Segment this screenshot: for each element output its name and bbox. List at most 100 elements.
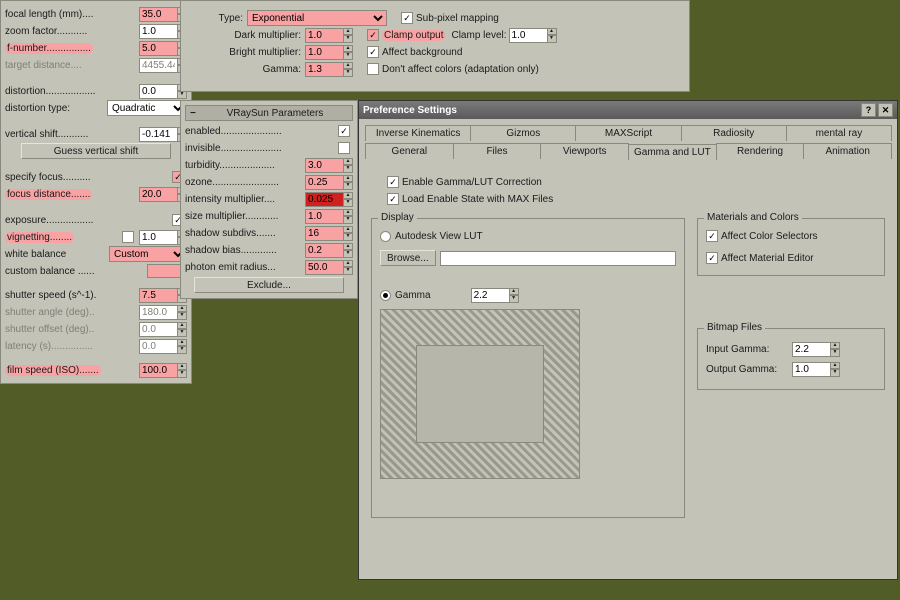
lbl-iso: film speed (ISO)....... <box>5 365 139 376</box>
lbl-enable-gamma: Enable Gamma/LUT Correction <box>402 177 542 188</box>
input-gamma-field[interactable]: ▲▼ <box>792 342 840 357</box>
vignetting-check[interactable] <box>122 231 134 243</box>
gamma-preview <box>380 309 580 479</box>
lbl-ozone: ozone........................ <box>185 177 305 188</box>
tab-gamma-lut[interactable]: Gamma and LUT <box>628 144 717 160</box>
minus-icon: − <box>190 108 196 119</box>
tab-maxscript[interactable]: MAXScript <box>575 125 681 141</box>
lbl-clamp: Clamp output <box>382 30 445 41</box>
clamp-level-field[interactable]: ▲▼ <box>509 28 557 43</box>
tab-gizmos[interactable]: Gizmos <box>470 125 576 141</box>
dont-affect-check[interactable] <box>367 63 379 75</box>
pref-titlebar[interactable]: Preference Settings ? ✕ <box>359 101 897 119</box>
sun-title: VRaySun Parameters <box>202 108 348 119</box>
lbl-spec-focus: specify focus.......... <box>5 172 172 183</box>
lbl-display-gamma: Gamma <box>395 290 431 301</box>
clamp-check[interactable] <box>367 29 379 41</box>
tab-files[interactable]: Files <box>453 143 542 159</box>
lbl-clamp-level: Clamp level: <box>451 30 506 41</box>
latency-field: ▲▼ <box>139 339 187 354</box>
color-map-type-select[interactable]: Exponential <box>247 10 387 26</box>
shadow-bias-field[interactable]: ▲▼ <box>305 243 353 258</box>
affect-mat-editor-check[interactable] <box>706 252 718 264</box>
tab-mentalray[interactable]: mental ray <box>786 125 892 141</box>
guess-vshift-button[interactable]: Guess vertical shift <box>21 143 171 159</box>
output-gamma-field[interactable]: ▲▼ <box>792 362 840 377</box>
subpixel-check[interactable] <box>401 12 413 24</box>
lbl-custom-bal: custom balance ...... <box>5 266 147 277</box>
lbl-focus-dist: focus distance....... <box>5 189 139 200</box>
lbl-fnum: f-number................ <box>5 43 139 54</box>
affect-color-sel-check[interactable] <box>706 230 718 242</box>
lbl-size-mult: size multiplier............ <box>185 211 305 222</box>
sun-rollout-header[interactable]: −VRaySun Parameters <box>185 105 353 121</box>
shutter-offset-field: ▲▼ <box>139 322 187 337</box>
lbl-shutter-offset: shutter offset (deg).. <box>5 324 139 335</box>
intensity-field[interactable]: ▲▼ <box>305 192 353 207</box>
lbl-output-gamma: Output Gamma: <box>706 364 792 375</box>
lbl-distortion: distortion.................. <box>5 86 139 97</box>
lbl-gamma: Gamma: <box>191 64 301 75</box>
distortion-type-select[interactable]: Quadratic <box>107 100 187 116</box>
lbl-latency: latency (s)............... <box>5 341 139 352</box>
lbl-sun-invisible: invisible...................... <box>185 143 338 154</box>
gamma-radio[interactable] <box>380 290 391 301</box>
lbl-dont-affect: Don't affect colors (adaptation only) <box>382 64 539 75</box>
ozone-field[interactable]: ▲▼ <box>305 175 353 190</box>
dark-mult-field[interactable]: ▲▼ <box>305 28 353 43</box>
affect-bg-check[interactable] <box>367 46 379 58</box>
lbl-affect-bg: Affect background <box>382 47 462 58</box>
lbl-vshift: vertical shift........... <box>5 129 139 140</box>
browse-button[interactable]: Browse... <box>380 250 436 266</box>
gamma-field[interactable]: ▲▼ <box>305 62 353 77</box>
tab-viewports[interactable]: Viewports <box>540 143 629 159</box>
lbl-exposure: exposure................. <box>5 215 172 226</box>
lbl-subpixel: Sub-pixel mapping <box>416 13 499 24</box>
exclude-button[interactable]: Exclude... <box>194 277 344 293</box>
photon-radius-field[interactable]: ▲▼ <box>305 260 353 275</box>
lbl-affect-color-sel: Affect Color Selectors <box>721 231 818 242</box>
lbl-shadow-subdivs: shadow subdivs....... <box>185 228 305 239</box>
shadow-subdivs-field[interactable]: ▲▼ <box>305 226 353 241</box>
autodesk-lut-radio[interactable] <box>380 231 391 242</box>
turbidity-field[interactable]: ▲▼ <box>305 158 353 173</box>
sun-invisible-check[interactable] <box>338 142 350 154</box>
white-balance-select[interactable]: Custom <box>109 246 187 262</box>
lbl-input-gamma: Input Gamma: <box>706 344 792 355</box>
lbl-autodesk-lut: Autodesk View LUT <box>395 231 483 242</box>
lbl-photon-radius: photon emit radius... <box>185 262 305 273</box>
size-mult-field[interactable]: ▲▼ <box>305 209 353 224</box>
lbl-cm-type: Type: <box>191 13 243 24</box>
close-icon[interactable]: ✕ <box>878 103 893 117</box>
lbl-load-state: Load Enable State with MAX Files <box>402 194 553 205</box>
lbl-target: target distance.... <box>5 60 139 71</box>
bright-mult-field[interactable]: ▲▼ <box>305 45 353 60</box>
lbl-focal: focal length (mm).... <box>5 9 139 20</box>
film-speed-field[interactable]: ▲▼ <box>139 363 187 378</box>
lbl-zoom: zoom factor........... <box>5 26 139 37</box>
tab-general[interactable]: General <box>365 143 454 159</box>
lbl-shadow-bias: shadow bias............. <box>185 245 305 256</box>
lbl-shutter: shutter speed (s^-1). <box>5 290 139 301</box>
display-legend: Display <box>378 212 417 223</box>
tab-ik[interactable]: Inverse Kinematics <box>365 125 471 141</box>
lbl-bright-mult: Bright multiplier: <box>191 47 301 58</box>
bitmap-legend: Bitmap Files <box>704 322 765 333</box>
load-state-check[interactable] <box>387 193 399 205</box>
enable-gamma-check[interactable] <box>387 176 399 188</box>
lbl-dist-type: distortion type: <box>5 103 107 114</box>
help-icon[interactable]: ? <box>861 103 876 117</box>
lbl-turbidity: turbidity.................... <box>185 160 305 171</box>
lut-path-field[interactable] <box>440 251 676 266</box>
tab-radiosity[interactable]: Radiosity <box>681 125 787 141</box>
pref-title: Preference Settings <box>363 105 457 116</box>
display-gamma-field[interactable]: ▲▼ <box>471 288 519 303</box>
materials-legend: Materials and Colors <box>704 212 802 223</box>
sun-enabled-check[interactable] <box>338 125 350 137</box>
lbl-affect-mat-editor: Affect Material Editor <box>721 253 814 264</box>
tab-animation[interactable]: Animation <box>803 143 892 159</box>
tab-rendering[interactable]: Rendering <box>716 143 805 159</box>
shutter-angle-field: ▲▼ <box>139 305 187 320</box>
lbl-sun-enabled: enabled...................... <box>185 126 338 137</box>
lbl-wb: white balance <box>5 249 109 260</box>
